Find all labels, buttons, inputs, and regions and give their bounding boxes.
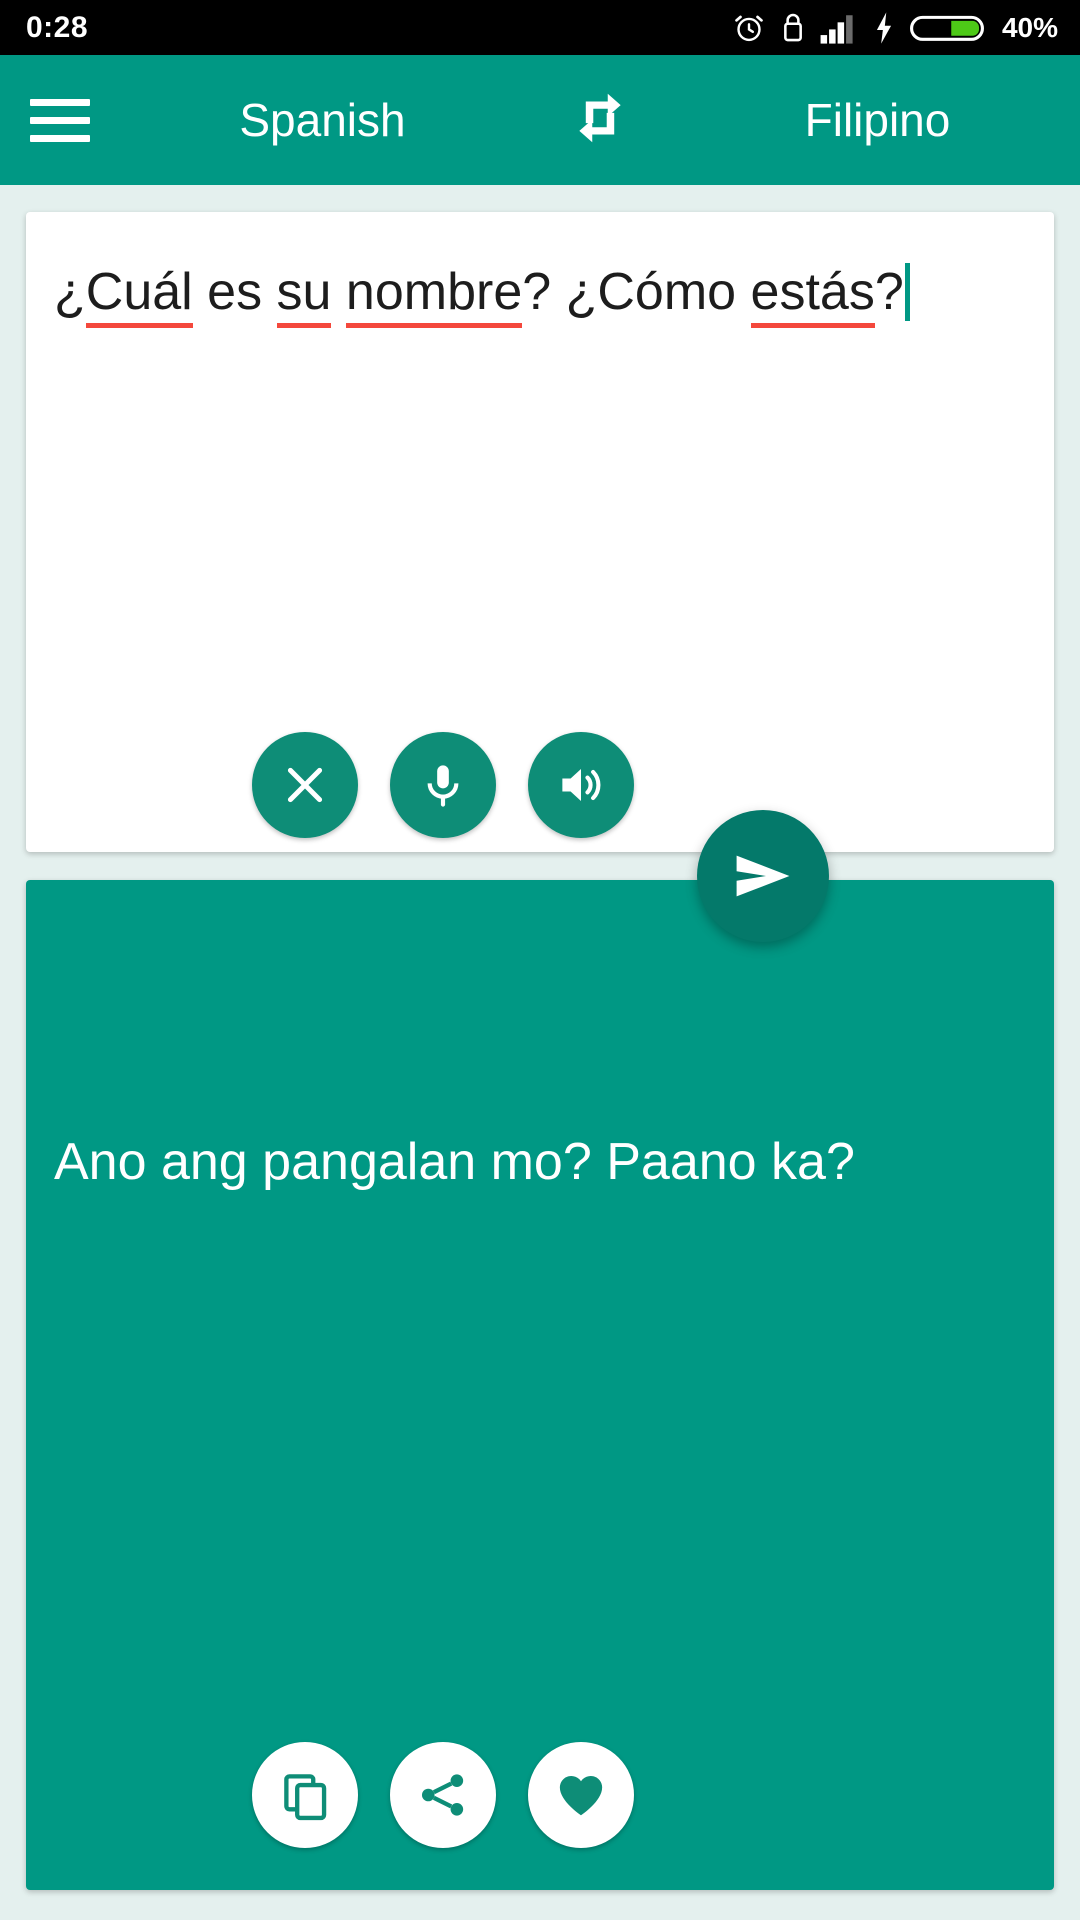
microphone-icon — [418, 760, 468, 810]
hamburger-icon — [30, 88, 90, 153]
misspelled-word[interactable]: su — [276, 263, 332, 328]
copy-icon — [279, 1769, 331, 1821]
menu-button[interactable] — [0, 55, 120, 185]
status-bar: 0:28 40% — [0, 0, 1080, 55]
source-text-card: ¿Cuál es su nombre? ¿Cómo estás? — [26, 212, 1054, 852]
close-icon — [280, 760, 330, 810]
translation-actions-row — [252, 1742, 634, 1848]
text-segment: Cómo — [597, 263, 737, 321]
share-button[interactable] — [390, 1742, 496, 1848]
target-language-button[interactable]: Filipino — [728, 97, 1028, 143]
translated-text: Ano ang pangalan mo? Paano ka? — [54, 1133, 855, 1191]
translator-app: 0:28 40% Spanish Filipino ¿Cuál es su no… — [0, 0, 1080, 1920]
send-button[interactable] — [697, 810, 829, 942]
status-bar-icons: 40% — [732, 11, 1058, 45]
misspelled-word[interactable]: Cuál — [85, 263, 193, 328]
app-bar: Spanish Filipino — [0, 55, 1080, 185]
battery-icon — [909, 11, 984, 45]
text-segment: es — [192, 263, 277, 321]
signal-bars-icon — [820, 11, 858, 45]
share-icon — [417, 1769, 469, 1821]
source-text-input[interactable]: ¿Cuál es su nombre? ¿Cómo estás? — [54, 260, 1026, 328]
text-caret — [904, 263, 910, 321]
battery-percent-label: 40% — [1001, 11, 1058, 43]
lock-icon — [780, 11, 806, 45]
charging-bolt-icon — [872, 11, 896, 45]
source-actions-row — [252, 732, 634, 838]
swap-icon — [569, 87, 631, 154]
send-icon — [727, 840, 799, 912]
text-segment: ? ¿ — [522, 263, 598, 321]
clear-button[interactable] — [252, 732, 358, 838]
translated-text-card: Ano ang pangalan mo? Paano ka? — [26, 880, 1054, 1890]
microphone-button[interactable] — [390, 732, 496, 838]
status-time: 0:28 — [26, 10, 89, 44]
text-segment — [331, 263, 345, 321]
source-language-button[interactable]: Spanish — [173, 97, 473, 143]
misspelled-word[interactable]: estás — [750, 263, 875, 328]
swap-languages-button[interactable] — [525, 55, 675, 185]
speaker-icon — [555, 759, 607, 811]
misspelled-word[interactable]: nombre — [345, 263, 523, 328]
alarm-clock-icon — [732, 11, 766, 45]
text-segment: ? — [874, 263, 904, 321]
heart-icon — [554, 1768, 608, 1822]
text-segment — [736, 263, 750, 321]
copy-button[interactable] — [252, 1742, 358, 1848]
speak-source-button[interactable] — [528, 732, 634, 838]
favorite-button[interactable] — [528, 1742, 634, 1848]
text-segment: ¿ — [54, 263, 86, 321]
